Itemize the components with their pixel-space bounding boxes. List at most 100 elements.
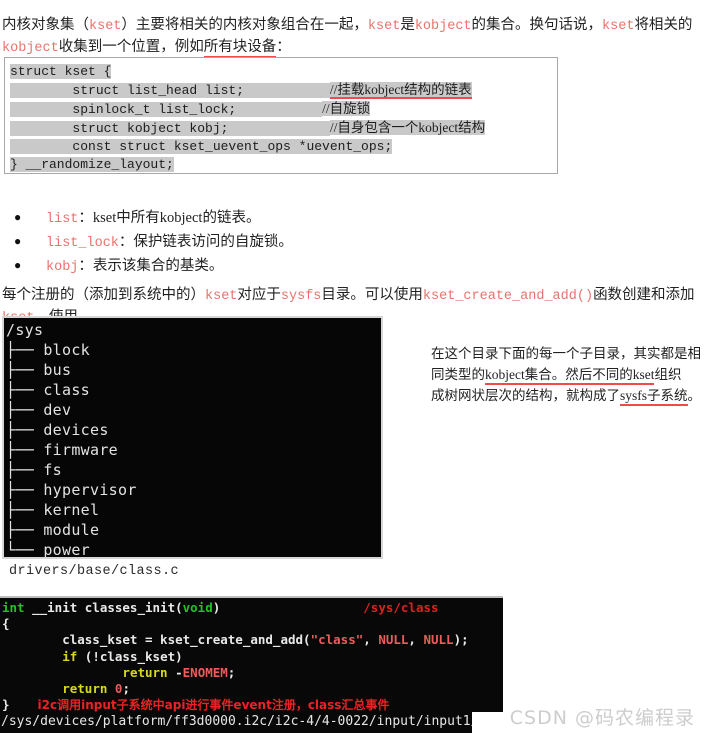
code-text: struct list_head list; bbox=[10, 83, 245, 98]
code-token: return bbox=[62, 681, 108, 697]
code-text: } __randomize_layout; bbox=[10, 157, 174, 172]
tree-item: ├── class bbox=[6, 380, 381, 400]
tree-item: ├── hypervisor bbox=[6, 480, 381, 500]
annotation-underlined: sysfs子系统 bbox=[620, 388, 688, 406]
bottom-terminal-prompt: /sys/devices/platform/ff3d0000.i2c/i2c-4… bbox=[0, 712, 472, 733]
code-line: const struct kset_uevent_ops *uevent_ops… bbox=[10, 138, 557, 156]
annotation-text: 。 bbox=[687, 388, 702, 403]
intro-text-4: 的集合。换句话说， bbox=[471, 16, 603, 33]
code-line: return 0; bbox=[2, 681, 503, 697]
code-token: NULL bbox=[423, 632, 454, 648]
kset-field-list: list：kset中所有kobject的链表。 list_lock：保护链表访问… bbox=[6, 206, 426, 279]
code-comment: //挂载kobject结构的链表 bbox=[329, 82, 472, 99]
tree-branch-icon: ├── bbox=[6, 441, 34, 459]
code-token: ); bbox=[453, 632, 469, 648]
code-inline-note: /sys/class bbox=[363, 600, 439, 615]
code-gap bbox=[244, 83, 330, 98]
code-line: { bbox=[2, 616, 503, 632]
tree-item-label: power bbox=[43, 541, 90, 559]
code-token: - bbox=[167, 664, 183, 680]
code-gap bbox=[2, 665, 122, 680]
tree-branch-icon: ├── bbox=[6, 501, 34, 519]
code-gap bbox=[228, 121, 330, 136]
code-line: int __init classes_init(void) /sys/class bbox=[2, 600, 503, 616]
code-token: "class" bbox=[310, 632, 364, 648]
tree-branch-icon: ├── bbox=[6, 461, 34, 479]
code-comment: //自身包含一个kobject结构 bbox=[329, 120, 486, 135]
annotation-line: 在这个目录下面的每一个子目录，其实都是相 bbox=[431, 343, 703, 364]
inline-code-kset: kset bbox=[89, 18, 122, 34]
sysfs-text-3: 目录。可以使用 bbox=[321, 286, 423, 303]
tree-item-label: class bbox=[43, 381, 90, 399]
tree-item-label: firmware bbox=[43, 441, 118, 459]
code-text: struct kset { bbox=[10, 64, 112, 79]
code-line: } __randomize_layout; bbox=[10, 156, 557, 174]
field-name: list_lock bbox=[46, 236, 119, 251]
sysfs-tree-terminal: /sys ├── block ├── bus ├── class ├── dev… bbox=[2, 316, 383, 559]
tree-item-label: hypervisor bbox=[43, 481, 137, 499]
annotation-line: 成树网状层次的结构，就构成了sysfs子系统。 bbox=[431, 385, 703, 406]
tree-branch-last-icon: └── bbox=[6, 541, 34, 559]
code-line: if (!class_kset) bbox=[2, 649, 503, 665]
tree-item-label: devices bbox=[43, 421, 109, 439]
inline-code-kobject: kobject bbox=[414, 18, 472, 34]
code-token: class_kset = kset_create_and_add( bbox=[2, 632, 311, 648]
code-line: struct kset { bbox=[10, 63, 557, 81]
code-gap bbox=[2, 681, 62, 696]
intro-text-2: ）主要将相关的内核对象组合在一起， bbox=[121, 16, 368, 33]
code-token: int bbox=[2, 600, 25, 615]
inline-code-sysfs: sysfs bbox=[280, 288, 322, 304]
tree-item: ├── bus bbox=[6, 360, 381, 380]
sysfs-text-1: 每个注册的（添加到系统中的） bbox=[2, 286, 205, 303]
tree-item-label: block bbox=[43, 341, 90, 359]
tree-item: ├── block bbox=[6, 340, 381, 360]
annotation-text: 成树网状层次的结构，就构成了 bbox=[431, 388, 620, 403]
tree-branch-icon: ├── bbox=[6, 381, 34, 399]
intro-text-3: 是 bbox=[400, 16, 415, 33]
code-line: return -ENOMEM; bbox=[2, 665, 503, 681]
code-text: spinlock_t list_lock; bbox=[10, 102, 237, 117]
tree-branch-icon: ├── bbox=[6, 341, 34, 359]
inline-code-kset: kset bbox=[367, 18, 401, 34]
code-line: spinlock_t list_lock; //自旋锁 bbox=[10, 100, 557, 119]
intro-paragraph: 内核对象集（kset）主要将相关的内核对象组合在一起，kset是kobject的… bbox=[2, 15, 707, 59]
code-comment: //自旋锁 bbox=[322, 101, 371, 116]
inline-code-kset: kset bbox=[602, 18, 635, 34]
tree-item: ├── fs bbox=[6, 460, 381, 480]
code-line: struct kobject kobj; //自身包含一个kobject结构 bbox=[10, 119, 557, 138]
field-desc: ：表示该集合的基类。 bbox=[78, 258, 224, 274]
code-line: } i2c调用input子系统中api进行事件event注册，class汇总事件 bbox=[2, 697, 503, 712]
code-token: ; bbox=[122, 681, 130, 697]
field-desc: ：保护链表访问的自旋锁。 bbox=[118, 234, 293, 250]
code-token: , bbox=[363, 632, 379, 648]
code-token: if bbox=[62, 648, 78, 664]
classes-init-code-block: int __init classes_init(void) /sys/class… bbox=[0, 596, 503, 712]
code-token: void bbox=[182, 600, 213, 615]
sysfs-text-4: 函数创建和添加 bbox=[593, 286, 695, 303]
intro-text-7: ： bbox=[276, 38, 291, 55]
annotation-underlined: kobject集合。然后不同的kset bbox=[485, 367, 655, 385]
tree-branch-icon: ├── bbox=[6, 401, 34, 419]
tree-item: └── power bbox=[6, 540, 381, 559]
list-item: kobj：表示该集合的基类。 bbox=[6, 254, 426, 279]
code-token: __init classes_init( bbox=[24, 600, 183, 615]
code-token: , bbox=[408, 632, 424, 648]
article-page: 内核对象集（kset）主要将相关的内核对象组合在一起，kset是kobject的… bbox=[0, 0, 707, 733]
annotation-line: 同类型的kobject集合。然后不同的kset组织 bbox=[431, 364, 703, 385]
tree-item: ├── module bbox=[6, 520, 381, 540]
sysfs-text-2: 对应于 bbox=[237, 286, 281, 303]
field-name: kobj bbox=[46, 260, 79, 275]
tree-branch-icon: ├── bbox=[6, 521, 34, 539]
tree-root: /sys bbox=[6, 321, 44, 339]
tree-branch-icon: ├── bbox=[6, 361, 34, 379]
intro-text-6: 收集到一个位置，例如 bbox=[58, 38, 204, 55]
annotation-text: 在这个目录下面的每一个子目录，其实都是相 bbox=[431, 346, 701, 361]
prompt-line: /sys/devices/platform/ff3d0000.i2c/i2c-4… bbox=[0, 712, 472, 732]
code-overlay-note: i2c调用input子系统中api进行事件event注册，class汇总事件 bbox=[37, 698, 390, 712]
code-line: class_kset = kset_create_and_add("class"… bbox=[2, 632, 503, 648]
code-token: { bbox=[2, 616, 10, 632]
annotation-text: 同类型的 bbox=[431, 367, 485, 382]
code-gap bbox=[220, 600, 363, 615]
code-token: ENOMEM bbox=[182, 664, 228, 680]
